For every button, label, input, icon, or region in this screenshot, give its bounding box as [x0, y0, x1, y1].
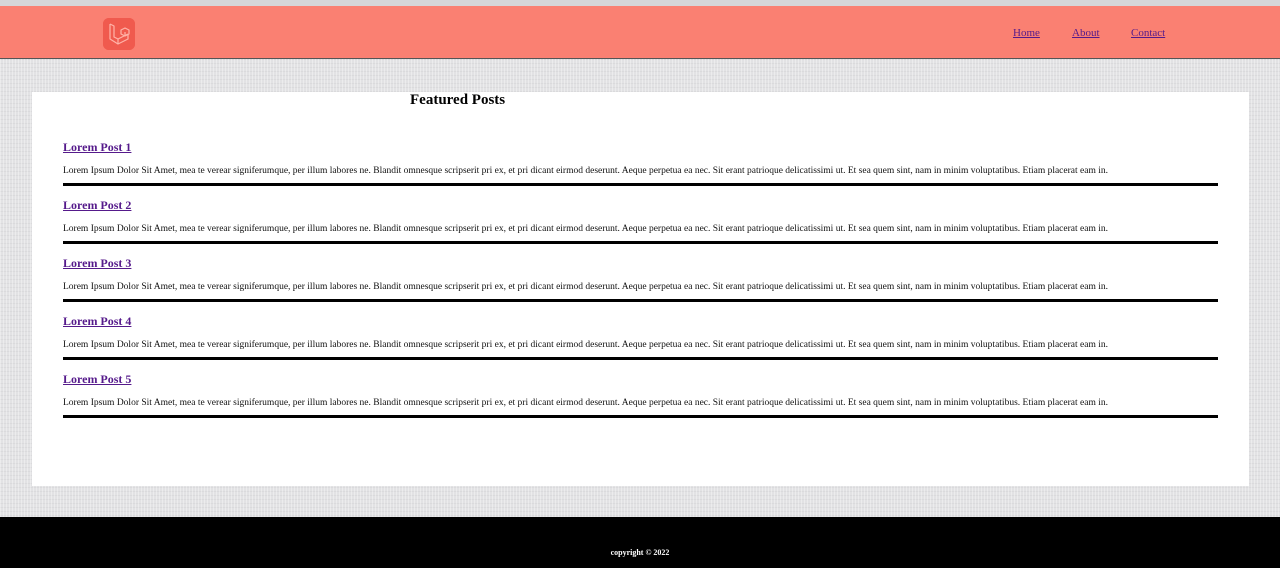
post-title-link[interactable]: Lorem Post 5	[63, 371, 131, 387]
post-excerpt: Lorem Ipsum Dolor Sit Amet, mea te verea…	[63, 166, 1108, 176]
laravel-logo-icon[interactable]	[103, 18, 135, 50]
list-item: Lorem Post 3 Lorem Ipsum Dolor Sit Amet,…	[63, 255, 1218, 313]
post-excerpt: Lorem Ipsum Dolor Sit Amet, mea te verea…	[63, 398, 1108, 408]
post-title-link[interactable]: Lorem Post 3	[63, 255, 131, 271]
post-divider	[63, 241, 1218, 244]
list-item: Lorem Post 1 Lorem Ipsum Dolor Sit Amet,…	[63, 139, 1218, 197]
post-excerpt: Lorem Ipsum Dolor Sit Amet, mea te verea…	[63, 340, 1108, 350]
list-item: Lorem Post 2 Lorem Ipsum Dolor Sit Amet,…	[63, 197, 1218, 255]
post-excerpt: Lorem Ipsum Dolor Sit Amet, mea te verea…	[63, 224, 1108, 234]
post-divider	[63, 299, 1218, 302]
post-divider	[63, 183, 1218, 186]
list-item: Lorem Post 4 Lorem Ipsum Dolor Sit Amet,…	[63, 313, 1218, 371]
nav-about-link[interactable]: About	[1072, 27, 1100, 39]
post-excerpt: Lorem Ipsum Dolor Sit Amet, mea te verea…	[63, 282, 1108, 292]
post-divider	[63, 415, 1218, 418]
nav-home-link[interactable]: Home	[1013, 27, 1040, 39]
featured-posts-panel: Featured Posts Lorem Post 1 Lorem Ipsum …	[32, 92, 1249, 486]
post-title-link[interactable]: Lorem Post 4	[63, 313, 131, 329]
post-divider	[63, 357, 1218, 360]
nav-contact-link[interactable]: Contact	[1131, 27, 1165, 39]
post-title-link[interactable]: Lorem Post 1	[63, 139, 131, 155]
list-item: Lorem Post 5 Lorem Ipsum Dolor Sit Amet,…	[63, 371, 1218, 429]
post-title-link[interactable]: Lorem Post 2	[63, 197, 131, 213]
site-footer: copyright © 2022	[0, 517, 1280, 568]
page-title: Featured Posts	[410, 92, 506, 108]
post-list: Lorem Post 1 Lorem Ipsum Dolor Sit Amet,…	[63, 139, 1218, 429]
copyright-text: copyright © 2022	[610, 548, 670, 557]
site-header: Home About Contact	[0, 6, 1280, 59]
